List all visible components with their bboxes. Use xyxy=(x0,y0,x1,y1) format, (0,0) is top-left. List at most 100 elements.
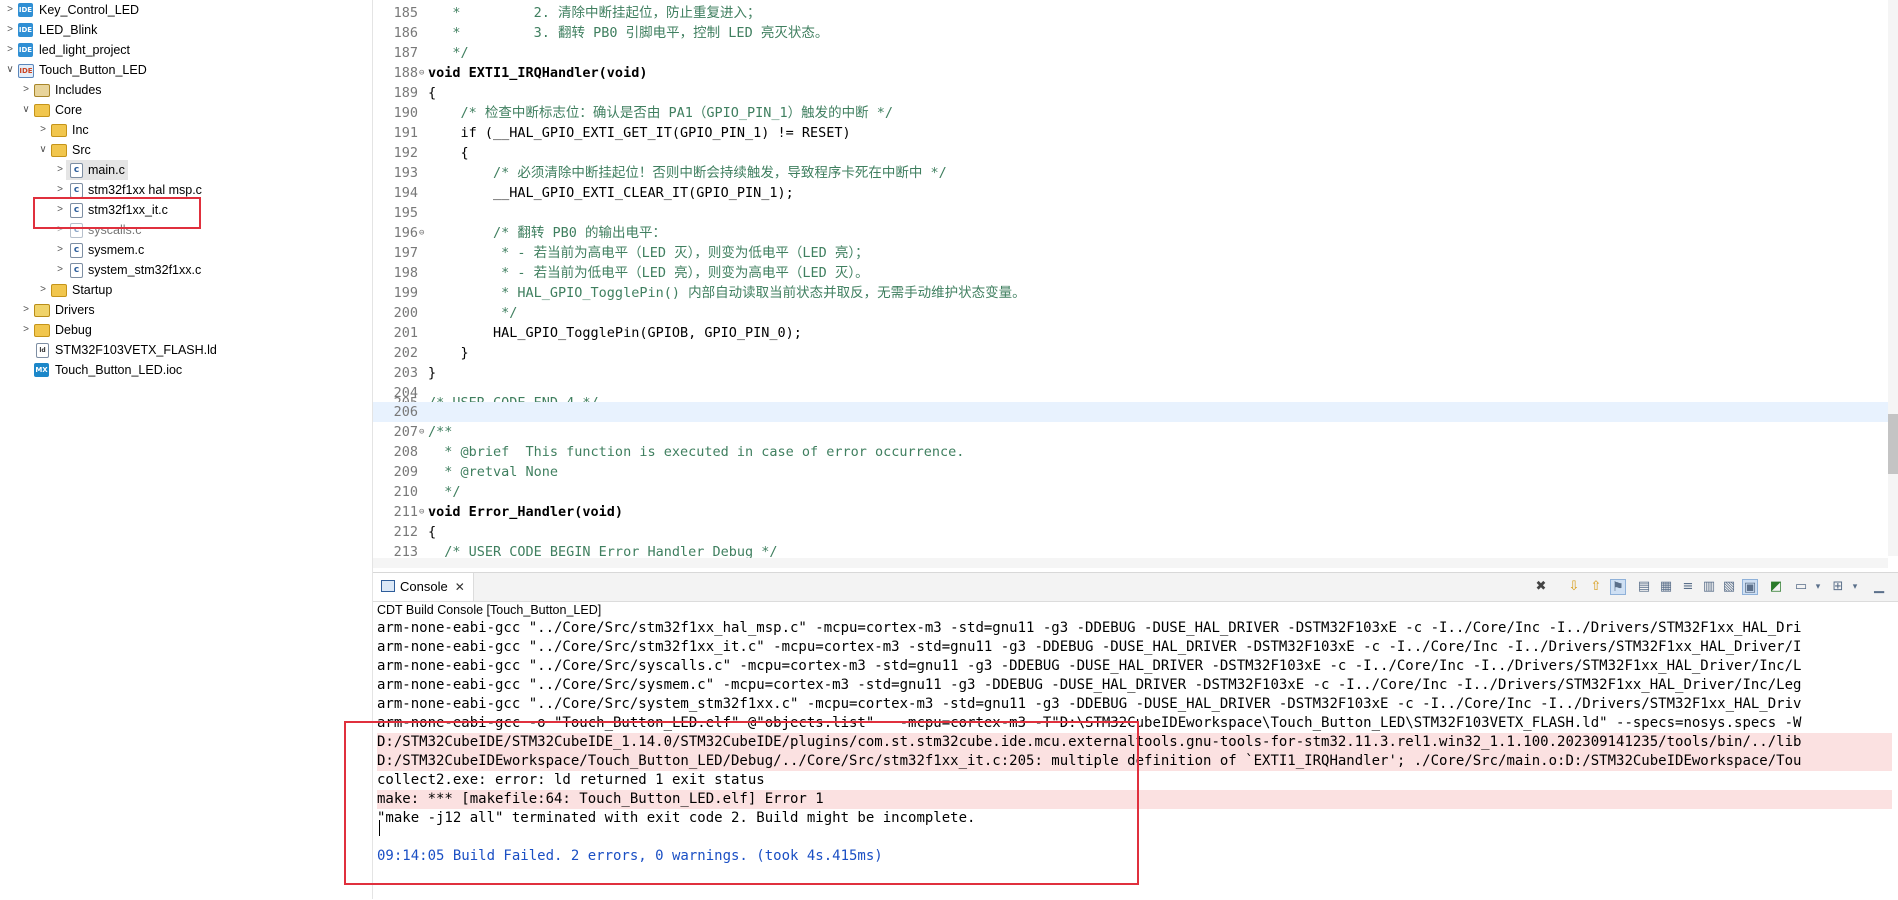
code-text: */ xyxy=(428,305,518,321)
show-error-icon[interactable]: ⚑ xyxy=(1610,579,1626,595)
code-line: 199 * HAL_GPIO_TogglePin() 内部自动读取当前状态并取反… xyxy=(373,283,1888,303)
chevron-right-icon[interactable]: > xyxy=(20,320,32,340)
save-log-icon[interactable]: ▧ xyxy=(1721,579,1737,595)
code-line: 201 HAL_GPIO_TogglePin(GPIOB, GPIO_PIN_0… xyxy=(373,323,1888,343)
code-text: /* 翻转 PB0 的输出电平： xyxy=(428,225,667,241)
tree-item-key-control-led[interactable]: > IDE Key_Control_LED xyxy=(0,0,372,20)
chevron-right-icon[interactable]: > xyxy=(4,40,16,60)
chevron-right-icon[interactable]: > xyxy=(4,20,16,40)
console-line: arm-none-eabi-gcc "../Core/Src/sysmem.c"… xyxy=(377,677,1802,693)
chevron-right-icon[interactable]: > xyxy=(54,160,66,180)
line-number: 188 xyxy=(393,65,418,81)
code-editor[interactable]: 185 * 2. 清除中断挂起位，防止重复进入； 186 * 3. 翻转 PB0… xyxy=(373,0,1898,568)
remove-launch-icon[interactable]: ✖ xyxy=(1533,579,1549,595)
code-line: 188 ⊖ void EXTI1_IRQHandler(void) xyxy=(373,63,1888,83)
tree-item-includes[interactable]: > Includes xyxy=(0,80,372,100)
console-line: arm-none-eabi-gcc "../Core/Src/stm32f1xx… xyxy=(377,639,1802,655)
tree-item-sysmem-c[interactable]: > c sysmem.c xyxy=(0,240,372,260)
code-line: 207 ⊖/** xyxy=(373,422,1888,442)
code-text: HAL_GPIO_TogglePin(GPIOB, GPIO_PIN_0); xyxy=(428,325,802,341)
code-text: void Error_Handler(void) xyxy=(428,504,624,520)
chevron-down-icon[interactable]: ▾ xyxy=(1810,579,1826,595)
console-line: arm-none-eabi-gcc "../Core/Src/stm32f1xx… xyxy=(377,620,1802,636)
chevron-right-icon[interactable]: > xyxy=(54,240,66,260)
tree-item-drivers[interactable]: > Drivers xyxy=(0,300,372,320)
tree-item-debug[interactable]: > Debug xyxy=(0,320,372,340)
tree-item-led-light-project[interactable]: > IDE led_light_project xyxy=(0,40,372,60)
tree-item-linker-script[interactable]: ld STM32F103VETX_FLASH.ld xyxy=(0,340,372,360)
open-console-icon[interactable]: ⊞ xyxy=(1830,579,1846,595)
line-number: 192 xyxy=(393,145,418,161)
code-text: */ xyxy=(428,484,461,500)
copy-build-log-icon[interactable]: ▥ xyxy=(1701,579,1717,595)
stm32-project-icon: IDE xyxy=(18,64,34,78)
tree-item-startup[interactable]: > Startup xyxy=(0,280,372,300)
word-wrap-icon[interactable]: ▦ xyxy=(1658,579,1674,595)
close-icon[interactable]: ✕ xyxy=(455,580,465,594)
console-line: arm-none-eabi-gcc "../Core/Src/system_st… xyxy=(377,696,1802,712)
clear-console-icon[interactable]: ≡ xyxy=(1680,579,1696,595)
c-file-icon: c xyxy=(70,183,83,198)
tree-item-touch-button-led[interactable]: ∨ IDE Touch_Button_LED xyxy=(0,60,372,80)
code-text: } xyxy=(428,345,469,361)
minimize-icon[interactable]: ▁ xyxy=(1871,579,1887,595)
chevron-down-icon[interactable]: ▾ xyxy=(1847,579,1863,595)
tree-item-label: Touch_Button_LED xyxy=(39,63,147,77)
line-number: 194 xyxy=(393,185,418,201)
display-selected-console-icon[interactable]: ▣ xyxy=(1742,579,1758,595)
line-number: 193 xyxy=(393,165,418,181)
chevron-down-icon[interactable]: ∨ xyxy=(4,60,16,80)
code-text: * @retval None xyxy=(428,464,559,480)
tree-item-core[interactable]: ∨ Core xyxy=(0,100,372,120)
tree-item-system-stm32f1xx-c[interactable]: > c system_stm32f1xx.c xyxy=(0,260,372,280)
tree-item-label: led_light_project xyxy=(39,43,131,57)
tree-item-led-blink[interactable]: > IDE LED_Blink xyxy=(0,20,372,40)
package-folder-icon xyxy=(34,304,50,317)
code-line: 211 ⊖ void Error_Handler(void) xyxy=(373,502,1888,522)
c-file-icon: c xyxy=(70,263,83,278)
project-explorer: > IDE Key_Control_LED > IDE LED_Blink > … xyxy=(0,0,373,899)
tree-item-label: Touch_Button_LED.ioc xyxy=(55,363,183,377)
code-line: 203} xyxy=(373,363,1888,383)
tree-item-label: Debug xyxy=(55,323,92,337)
chevron-right-icon[interactable]: > xyxy=(20,300,32,320)
editor-scroll-thumb[interactable] xyxy=(1888,414,1898,474)
chevron-right-icon[interactable]: > xyxy=(37,120,49,140)
line-number: 189 xyxy=(393,85,418,101)
chevron-right-icon[interactable]: > xyxy=(54,260,66,280)
code-line: 191 if (__HAL_GPIO_EXTI_GET_IT(GPIO_PIN_… xyxy=(373,123,1888,143)
tree-item-ioc[interactable]: MX Touch_Button_LED.ioc xyxy=(0,360,372,380)
editor-horizontal-scrollbar[interactable] xyxy=(373,558,1888,568)
line-number: 206 xyxy=(393,404,418,420)
tab-console[interactable]: Console ✕ xyxy=(373,573,474,601)
chevron-down-icon[interactable]: ∨ xyxy=(37,140,49,160)
scroll-lock-icon[interactable]: ▤ xyxy=(1636,579,1652,595)
code-line: 190 /* 检查中断标志位：确认是否由 PA1（GPIO_PIN_1）触发的中… xyxy=(373,103,1888,123)
chevron-right-icon[interactable]: > xyxy=(37,280,49,300)
code-text: * - 若当前为高电平（LED 灭），则变为低电平（LED 亮）； xyxy=(428,245,869,261)
tree-item-label: Inc xyxy=(72,123,89,137)
tree-item-inc[interactable]: > Inc xyxy=(0,120,372,140)
code-line: 198 * - 若当前为低电平（LED 亮），则变为高电平（LED 灭）。 xyxy=(373,263,1888,283)
tree-item-src[interactable]: ∨ Src xyxy=(0,140,372,160)
tree-item-label: Src xyxy=(72,143,91,157)
tree-item-label: LED_Blink xyxy=(39,23,98,37)
code-text: */ xyxy=(428,45,469,61)
code-text: /** xyxy=(428,424,453,440)
source-folder-icon xyxy=(34,104,50,117)
code-text: * - 若当前为低电平（LED 亮），则变为高电平（LED 灭）。 xyxy=(428,265,869,281)
next-error-icon[interactable]: ⇩ xyxy=(1566,579,1582,595)
previous-error-icon[interactable]: ⇧ xyxy=(1588,579,1604,595)
line-number: 198 xyxy=(393,265,418,281)
line-number: 201 xyxy=(393,325,418,341)
folder-icon xyxy=(51,284,67,297)
chevron-down-icon[interactable]: ∨ xyxy=(20,100,32,120)
ide-project-icon: IDE xyxy=(18,3,33,17)
pin-console-icon[interactable]: ◩ xyxy=(1768,579,1784,595)
chevron-right-icon[interactable]: > xyxy=(4,0,16,20)
chevron-right-icon[interactable]: > xyxy=(20,80,32,100)
display-console-icon[interactable]: ▭ xyxy=(1793,579,1809,595)
tree-item-main-c[interactable]: > c main.c xyxy=(57,160,128,180)
tree-item-label: main.c xyxy=(88,163,125,177)
code-text: __HAL_GPIO_EXTI_CLEAR_IT(GPIO_PIN_1); xyxy=(428,185,794,201)
